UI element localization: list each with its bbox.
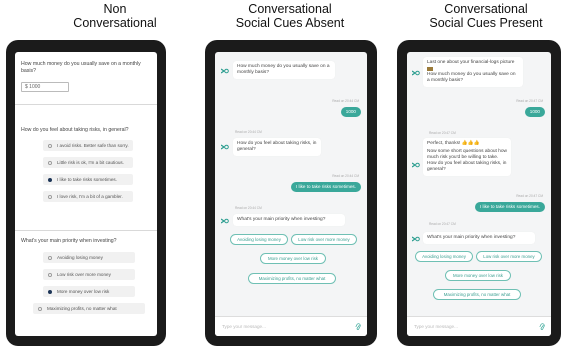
heading-non-conversational: Non Conversational xyxy=(55,2,175,30)
bot-message: How do you feel about taking risks, in g… xyxy=(233,138,321,156)
timestamp: Read on 20:44 CM xyxy=(332,174,359,178)
heading-social-cues-absent: Conversational Social Cues Absent xyxy=(220,2,360,30)
heading-line: Social Cues Absent xyxy=(235,16,345,30)
message-input-placeholder[interactable]: Type your message... xyxy=(414,324,458,329)
section-divider xyxy=(15,104,157,105)
priority-option-1[interactable]: Avoiding losing money xyxy=(43,252,135,263)
option-label: I avoid risks. Better safe than sorry. xyxy=(57,143,129,148)
phone-social-cues-absent: How much money do you usually save on a … xyxy=(205,40,377,346)
radio-button-selected[interactable] xyxy=(48,177,52,182)
priority-option-2[interactable]: Low risk over more money xyxy=(43,269,135,280)
question-priority-section: What's your main priority when investing… xyxy=(15,238,157,245)
bot-message: How much money do you usually save on a … xyxy=(233,61,335,79)
priority-option-3[interactable]: More money over low risk xyxy=(43,286,135,297)
quick-reply-chip[interactable]: Maximizing profits, no matter what xyxy=(248,273,336,284)
message-input-placeholder[interactable]: Type your message... xyxy=(222,324,266,329)
risk-option-2[interactable]: Little risk is ok, I'm a bit cautious. xyxy=(43,157,133,168)
chat-screen: Last one about your financial-logs pictu… xyxy=(407,52,551,336)
bot-message-line: Now some short questions about how much … xyxy=(427,149,507,172)
message-composer[interactable]: Type your message... xyxy=(407,316,551,336)
user-reply: I like to take risks sometimes. xyxy=(475,202,545,212)
section-divider xyxy=(15,230,157,231)
option-label: I love risk, I'm a bit of a gambler. xyxy=(57,194,123,199)
timestamp: Read on 20:44 CM xyxy=(235,130,262,134)
radio-button[interactable] xyxy=(48,160,52,165)
quick-reply-chip[interactable]: Avoiding losing money xyxy=(230,234,288,245)
heading-line: Conversational xyxy=(444,2,528,16)
phone-social-cues-present: Last one about your financial-logs pictu… xyxy=(397,40,561,346)
timestamp: Read on 20:44 CM xyxy=(235,206,262,210)
radio-button[interactable] xyxy=(48,272,52,277)
question-savings-label: How much money do you usually save on a … xyxy=(21,61,141,74)
savings-input[interactable]: $ 1000 xyxy=(21,82,69,92)
quick-reply-chip[interactable]: Low risk over more money xyxy=(291,234,357,245)
risk-option-4[interactable]: I love risk, I'm a bit of a gambler. xyxy=(43,191,133,202)
radio-button[interactable] xyxy=(38,306,42,311)
quick-reply-chip[interactable]: More money over low risk xyxy=(260,253,326,264)
user-reply: I like to take risks sometimes. xyxy=(291,182,361,192)
bot-message: What's your main priority when investing… xyxy=(423,232,535,244)
option-label: More money over low risk xyxy=(57,289,110,294)
bot-message: Perfect, thanks! 👍👍👍 Now some short ques… xyxy=(423,138,511,176)
option-label: Little risk is ok, I'm a bit cautious. xyxy=(57,160,124,165)
option-label: Avoiding losing money xyxy=(57,255,103,260)
bot-message: What's your main priority when investing… xyxy=(233,214,345,226)
bot-logo-icon xyxy=(412,70,420,76)
user-reply: 1000 xyxy=(340,107,361,117)
bot-message-line: Perfect, thanks! 👍👍👍 xyxy=(427,141,480,146)
bot-message: Last one about your financial-logs pictu… xyxy=(423,57,523,87)
option-label: I like to take risks sometimes. xyxy=(57,177,117,182)
heading-line: Conversational xyxy=(73,16,157,30)
paperclip-icon[interactable] xyxy=(539,323,545,331)
question-risk-label: How do you feel about taking risks, in g… xyxy=(21,127,129,133)
radio-button[interactable] xyxy=(48,255,52,260)
chat-screen: How much money do you usually save on a … xyxy=(215,52,367,336)
form-screen: How much money do you usually save on a … xyxy=(15,52,157,336)
bot-logo-icon xyxy=(412,162,420,168)
heading-line: Social Cues Present xyxy=(429,16,543,30)
quick-reply-chip[interactable]: Maximizing profits, no matter what xyxy=(433,289,521,300)
risk-option-3[interactable]: I like to take risks sometimes. xyxy=(43,174,133,185)
quick-reply-chip[interactable]: Avoiding losing money xyxy=(415,251,473,262)
bot-logo-icon xyxy=(412,236,420,242)
message-composer[interactable]: Type your message... xyxy=(215,316,367,336)
radio-button[interactable] xyxy=(48,143,52,148)
timestamp: Read on 20:44 CM xyxy=(332,99,359,103)
bot-logo-icon xyxy=(221,68,229,74)
priority-option-4[interactable]: Maximizing profits, no matter what xyxy=(33,303,145,314)
image-thumbnail-icon xyxy=(427,67,433,71)
bot-message-line: Last one about your financial-logs pictu… xyxy=(427,60,515,65)
bot-logo-icon xyxy=(221,218,229,224)
timestamp: Read on 20:47 CM xyxy=(516,99,543,103)
radio-button-selected[interactable] xyxy=(48,289,52,294)
bot-message-line: How much money do you usually save on a … xyxy=(427,72,516,83)
option-label: Maximizing profits, no matter what xyxy=(47,306,117,311)
heading-social-cues-present: Conversational Social Cues Present xyxy=(416,2,556,30)
bot-logo-icon xyxy=(221,144,229,150)
radio-button[interactable] xyxy=(48,194,52,199)
risk-option-1[interactable]: I avoid risks. Better safe than sorry. xyxy=(43,140,133,151)
user-reply: 1000 xyxy=(524,107,545,117)
quick-reply-chip[interactable]: More money over low risk xyxy=(445,270,511,281)
timestamp: Read on 20:47 CM xyxy=(429,222,456,226)
paperclip-icon[interactable] xyxy=(355,323,361,331)
phone-non-conversational: How much money do you usually save on a … xyxy=(6,40,166,346)
heading-line: Non xyxy=(103,2,127,16)
question-savings-section: How much money do you usually save on a … xyxy=(15,61,157,75)
question-priority-label: What's your main priority when investing… xyxy=(21,238,117,244)
quick-reply-chip[interactable]: Low risk over more money xyxy=(476,251,542,262)
question-risk-section: How do you feel about taking risks, in g… xyxy=(15,127,157,134)
option-label: Low risk over more money xyxy=(57,272,111,277)
timestamp: Read on 20:47 CM xyxy=(516,194,543,198)
heading-line: Conversational xyxy=(248,2,332,16)
timestamp: Read on 20:47 CM xyxy=(429,131,456,135)
